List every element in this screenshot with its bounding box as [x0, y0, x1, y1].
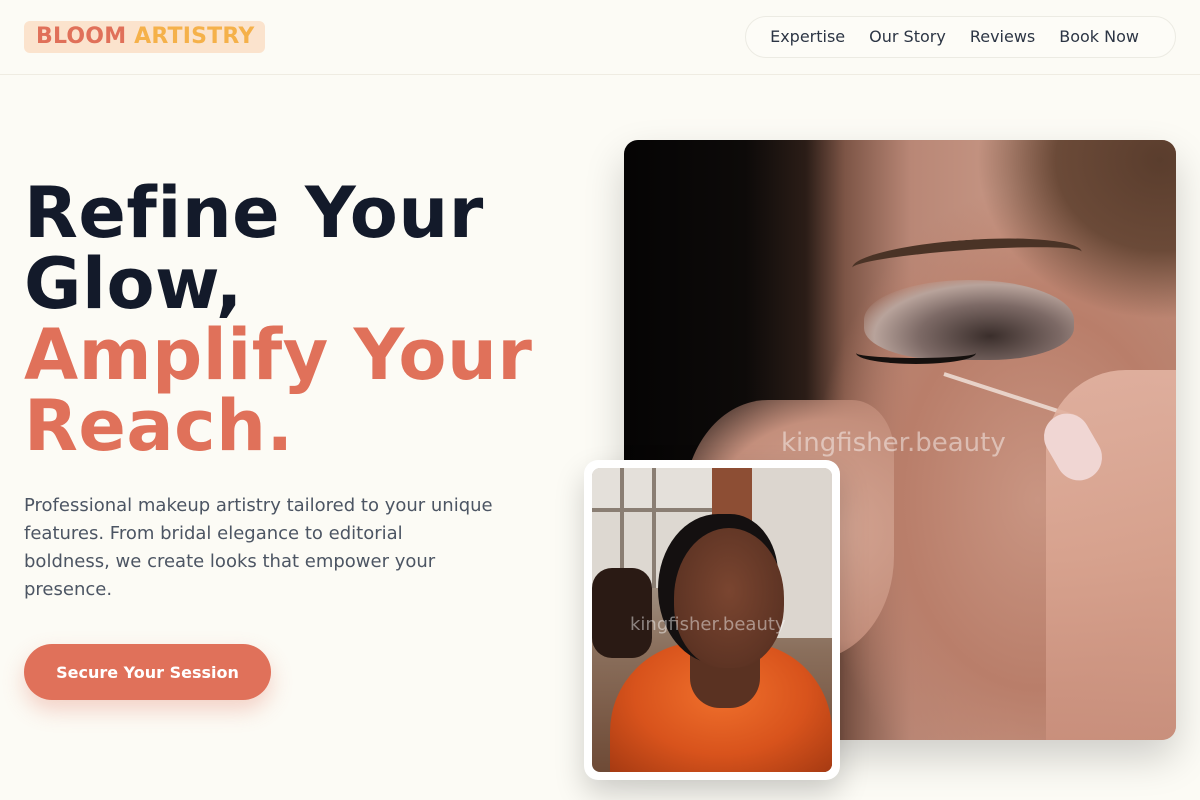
- nav-link-book-now[interactable]: Book Now: [1047, 16, 1151, 58]
- headline-accent-line-1: Amplify Your: [24, 314, 533, 396]
- headline-accent-line-2: Reach.: [24, 385, 294, 467]
- main-nav: Expertise Our Story Reviews Book Now: [745, 16, 1176, 58]
- nav-link-expertise[interactable]: Expertise: [758, 16, 857, 58]
- secure-session-button[interactable]: Secure Your Session: [24, 644, 271, 700]
- headline-line-1: Refine Your: [24, 172, 484, 254]
- hero-inset-photo: kingfisher.beauty: [592, 468, 832, 772]
- brand-name-primary: BLOOM: [36, 24, 127, 49]
- hero-headline: Refine Your Glow, Amplify Your Reach.: [24, 178, 584, 462]
- photo-arm-shape: [592, 568, 652, 658]
- hero-description: Professional makeup artistry tailored to…: [24, 495, 493, 600]
- photo-watermark: kingfisher.beauty: [630, 614, 786, 635]
- nav-link-reviews[interactable]: Reviews: [958, 16, 1047, 58]
- headline-line-2: Glow,: [24, 243, 243, 325]
- photo-face-shape: [674, 528, 784, 668]
- photo-watermark: kingfisher.beauty: [781, 428, 1006, 458]
- photo-lash-shape: [856, 342, 976, 364]
- brand-name-secondary: ARTISTRY: [134, 24, 255, 49]
- site-header: BLOOM ARTISTRY Expertise Our Story Revie…: [0, 0, 1200, 75]
- brand-logo[interactable]: BLOOM ARTISTRY: [24, 21, 266, 53]
- nav-link-our-story[interactable]: Our Story: [857, 16, 958, 58]
- hero-inset-photo-card: kingfisher.beauty: [584, 460, 840, 780]
- landing-page: BLOOM ARTISTRY Expertise Our Story Revie…: [0, 0, 1200, 800]
